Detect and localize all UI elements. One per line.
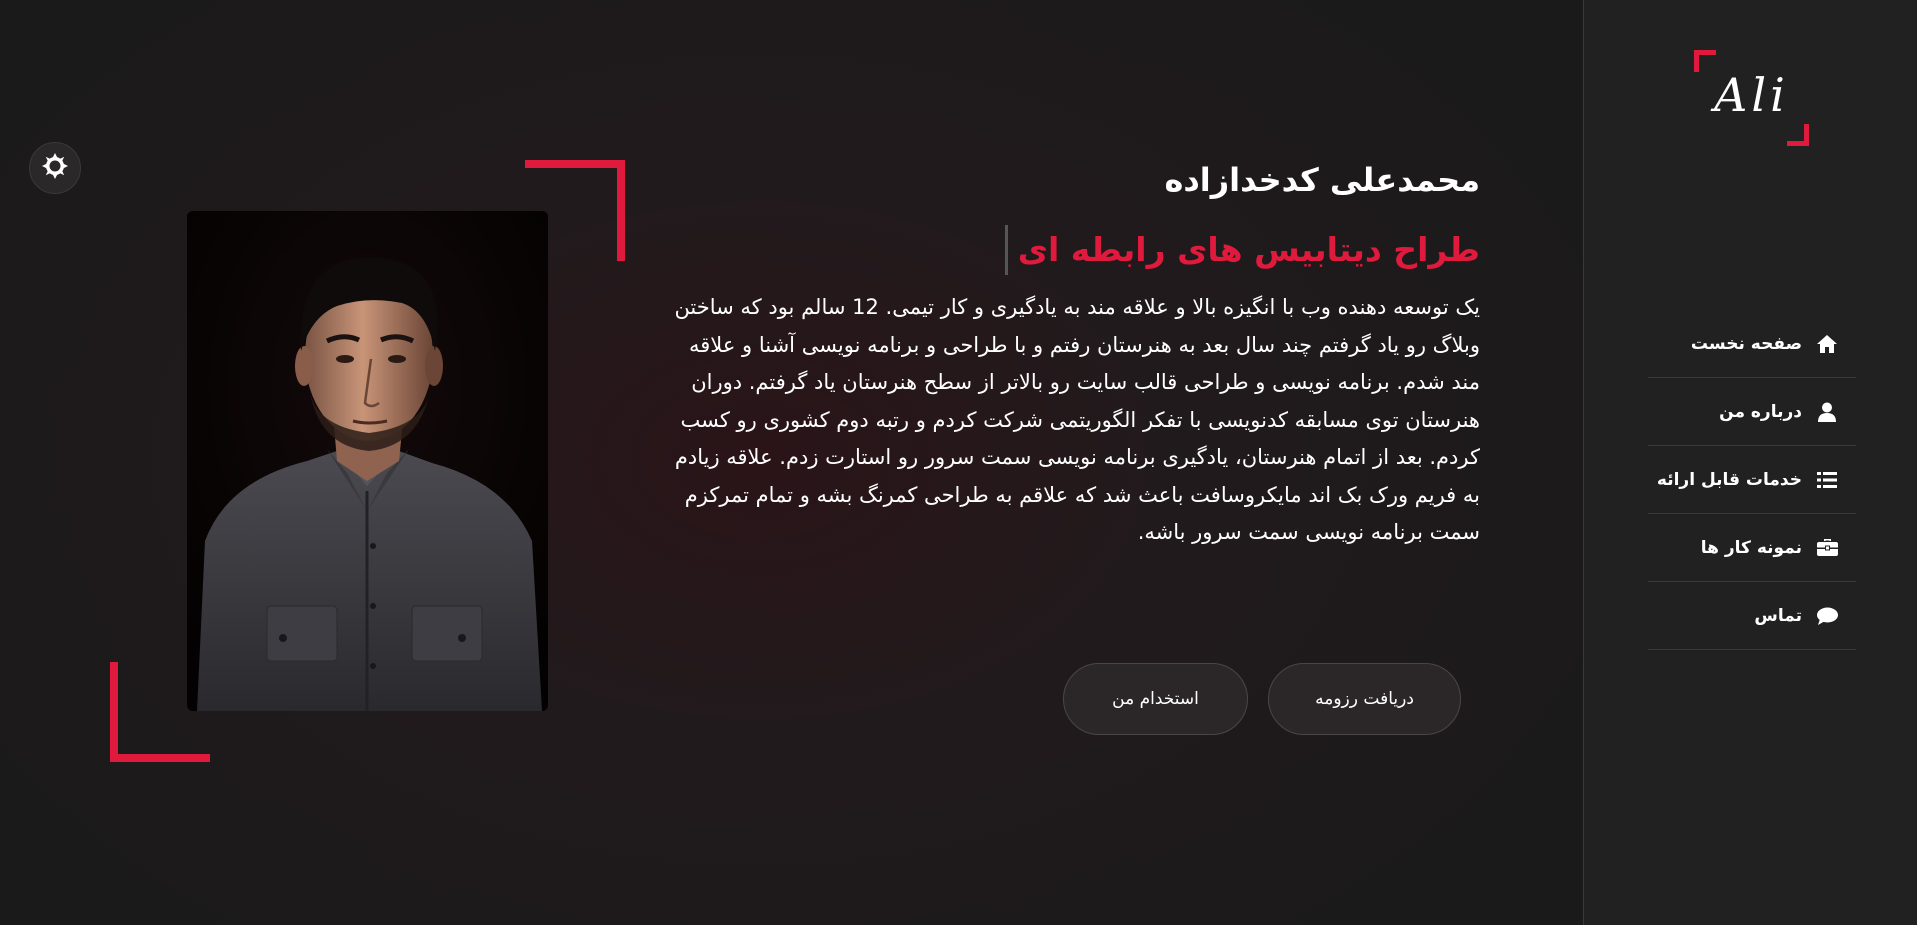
nav-item-portfolio[interactable]: نمونه کار ها — [1648, 514, 1856, 582]
nav-item-home[interactable]: صفحه نخست — [1648, 310, 1856, 378]
nav-item-contact[interactable]: تماس — [1648, 582, 1856, 650]
logo-text: Ali — [1714, 68, 1789, 122]
briefcase-icon — [1816, 537, 1838, 559]
bio-paragraph: یک توسعه دهنده وب با انگیزه بالا و علاقه… — [674, 295, 1480, 544]
nav-item-label: خدمات قابل ارائه — [1656, 469, 1802, 490]
sun-icon — [42, 153, 68, 183]
nav-item-label: نمونه کار ها — [1700, 537, 1802, 558]
profile-photo-section — [110, 160, 630, 762]
nav-item-label: درباره من — [1719, 401, 1802, 422]
nav-item-about[interactable]: درباره من — [1648, 378, 1856, 446]
hire-me-button[interactable]: استخدام من — [1063, 663, 1248, 735]
chat-bubble-icon — [1816, 605, 1838, 627]
nav-item-label: تماس — [1754, 605, 1802, 626]
cta-buttons: استخدام من دریافت رزومه — [1063, 663, 1461, 735]
job-title: طراح دیتابیس های رابطه ای — [1004, 225, 1480, 275]
profile-photo — [187, 211, 548, 711]
theme-toggle-button[interactable] — [29, 142, 81, 194]
home-icon — [1816, 333, 1838, 355]
page: محمدعلی کدخدازاده طراح دیتابیس های رابطه… — [0, 0, 1917, 925]
list-icon — [1816, 469, 1838, 491]
sidebar: Ali صفحه نخست درباره من خدمات قابل ارائه — [1583, 0, 1917, 925]
user-icon — [1816, 401, 1838, 423]
logo[interactable]: Ali — [1694, 50, 1809, 146]
intro-section: محمدعلی کدخدازاده طراح دیتابیس های رابطه… — [670, 155, 1480, 552]
main-nav: صفحه نخست درباره من خدمات قابل ارائه نمو… — [1648, 310, 1856, 650]
person-name: محمدعلی کدخدازاده — [1164, 161, 1480, 199]
logo-corner-bottom-right — [1787, 124, 1809, 146]
nav-item-label: صفحه نخست — [1690, 333, 1802, 354]
nav-item-services[interactable]: خدمات قابل ارائه — [1648, 446, 1856, 514]
download-cv-button[interactable]: دریافت رزومه — [1268, 663, 1461, 735]
